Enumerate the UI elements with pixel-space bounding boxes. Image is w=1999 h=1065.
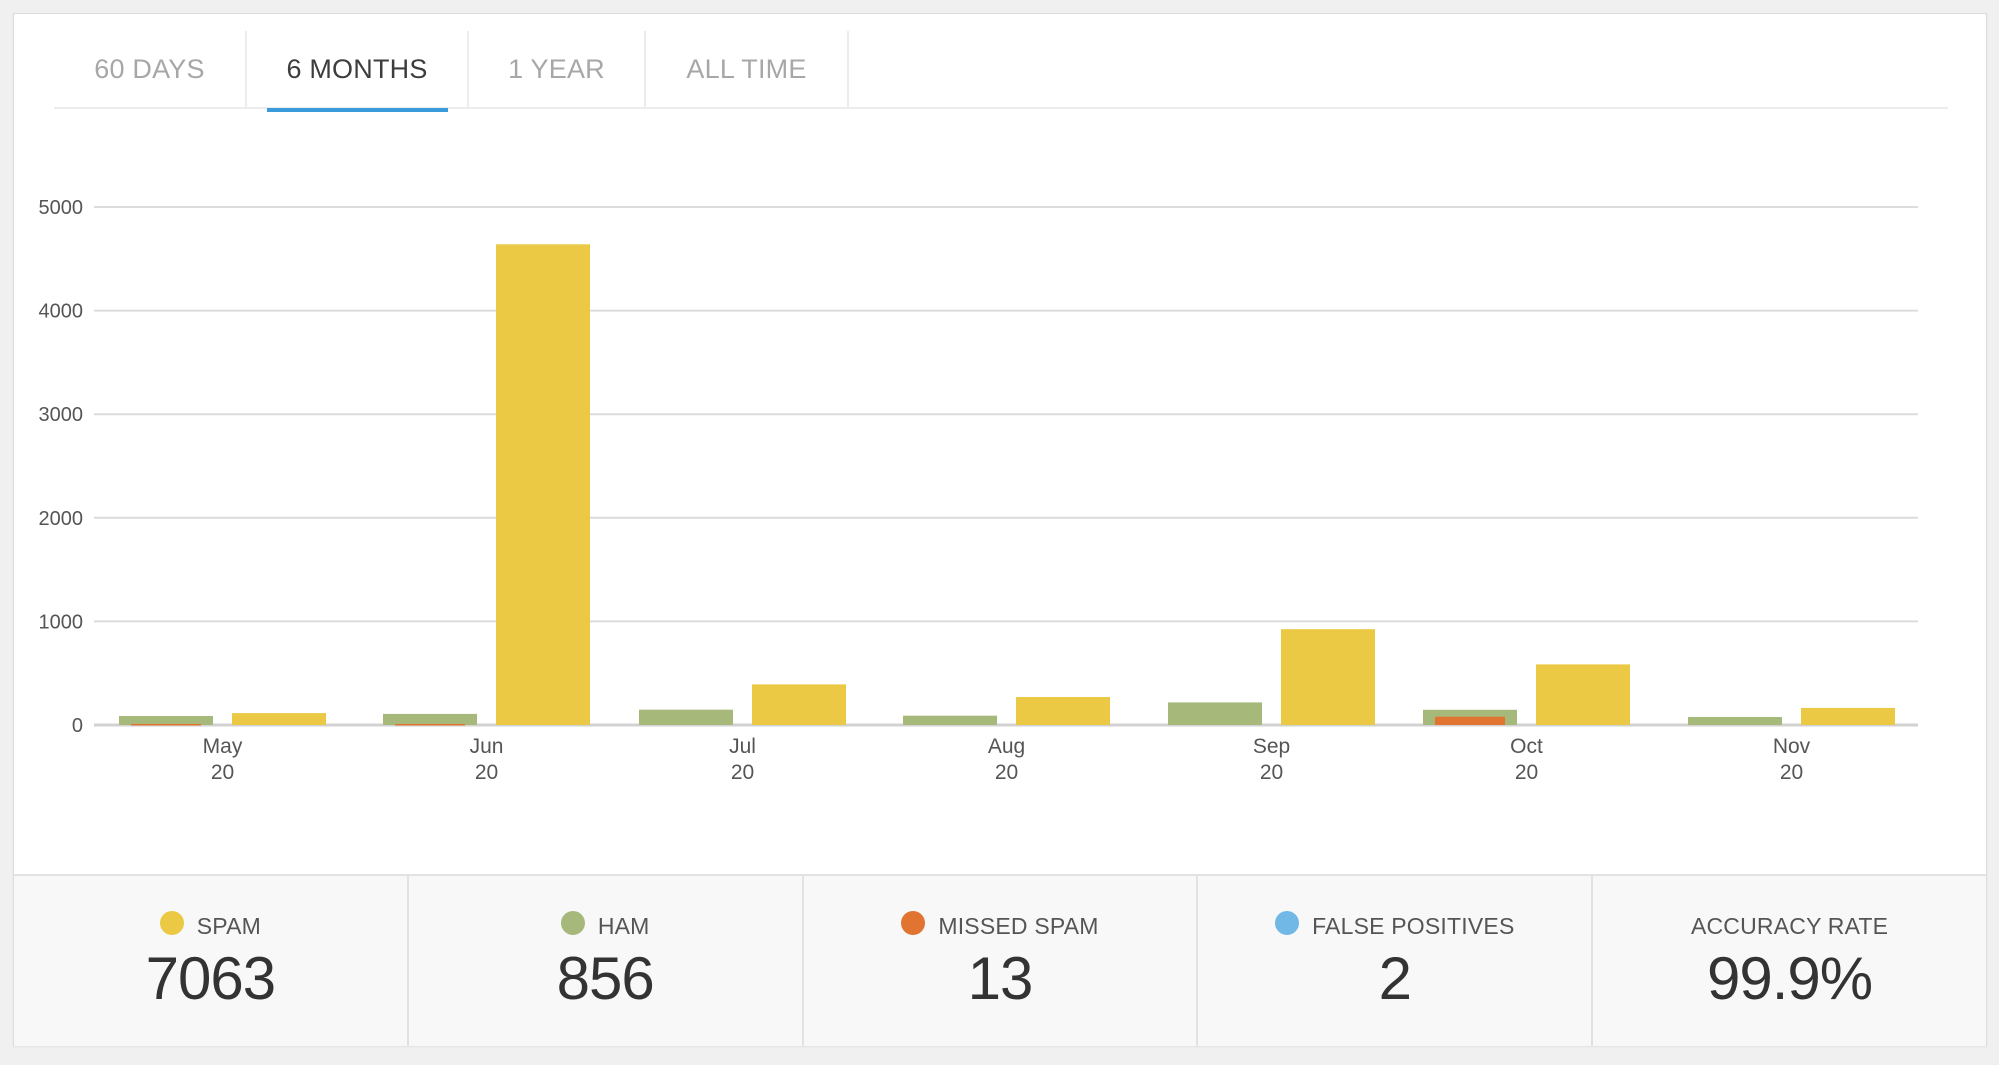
gridlines <box>94 206 1918 727</box>
y-tick-label: 1000 <box>39 611 84 633</box>
stat-label: MISSED SPAM <box>938 912 1099 939</box>
spam-bar[interactable] <box>1536 664 1630 725</box>
missed-spam-bar[interactable] <box>1435 716 1505 725</box>
spam-bar[interactable] <box>752 684 846 725</box>
spam-bar[interactable] <box>1281 629 1375 725</box>
x-tick-month-label: Jul <box>729 735 756 758</box>
stat-value: 99.9% <box>1707 945 1873 1012</box>
stat-value: 2 <box>1378 945 1412 1012</box>
stat-value: 13 <box>967 945 1034 1012</box>
stat-label: SPAM <box>196 912 262 939</box>
stat-false-positives: FALSE POSITIVES 2 <box>1198 876 1594 1046</box>
y-tick-label: 3000 <box>39 404 84 426</box>
ham-bar[interactable] <box>1688 717 1782 725</box>
false-positives-legend-dot-icon <box>1275 911 1300 935</box>
missed-spam-bar[interactable] <box>131 723 201 726</box>
ham-legend-dot-icon <box>560 911 585 935</box>
missed-spam-bar[interactable] <box>395 723 465 726</box>
ham-bar[interactable] <box>903 715 997 725</box>
bars <box>119 244 1895 726</box>
stats-card: 60 DAYS 6 MONTHS 1 YEAR ALL TIME 0 1000 20… <box>13 13 1987 1046</box>
x-tick-month-label: Jun <box>470 735 504 758</box>
spam-bar[interactable] <box>1016 697 1110 725</box>
x-tick-month-label: Nov <box>1773 735 1811 758</box>
x-tick-year-label: 20 <box>995 761 1018 784</box>
stat-label: HAM <box>597 912 650 939</box>
stat-spam: SPAM 7063 <box>14 876 409 1046</box>
ham-bar[interactable] <box>1168 702 1262 725</box>
x-tick-month-label: Oct <box>1510 735 1543 758</box>
stats-summary: SPAM 7063 HAM 856 MISSED SPAM 13 FALSE P… <box>14 874 1986 1046</box>
x-tick-year-label: 20 <box>1515 761 1538 784</box>
y-tick-label: 4000 <box>39 301 84 323</box>
x-tick-month-label: Aug <box>988 735 1025 758</box>
y-tick-label: 5000 <box>39 197 84 219</box>
stat-label: FALSE POSITIVES <box>1312 912 1515 939</box>
stat-value: 856 <box>556 945 655 1012</box>
ham-bar[interactable] <box>639 709 733 725</box>
stat-label: ACCURACY RATE <box>1690 912 1889 939</box>
spam-bar[interactable] <box>232 713 326 725</box>
stat-value: 7063 <box>145 945 276 1012</box>
stat-missed-spam: MISSED SPAM 13 <box>804 876 1199 1046</box>
y-tick-label: 2000 <box>39 508 84 530</box>
y-tick-label: 0 <box>72 715 83 737</box>
spam-bar[interactable] <box>1801 707 1895 725</box>
missed-spam-legend-dot-icon <box>901 911 926 935</box>
x-tick-year-label: 20 <box>1780 761 1803 784</box>
spam-chart: 0 1000 2000 3000 4000 5000 May 20 Jun 20 Jul 20 Aug 2… <box>39 197 1918 784</box>
stat-accuracy-rate: ACCURACY RATE 99.9% <box>1593 876 1986 1046</box>
ham-bar[interactable] <box>119 715 213 725</box>
x-tick-year-label: 20 <box>731 761 754 784</box>
x-tick-year-label: 20 <box>475 761 498 784</box>
x-tick-month-label: May <box>203 735 243 758</box>
x-tick-year-label: 20 <box>1260 761 1283 784</box>
spam-legend-dot-icon <box>159 911 184 935</box>
x-tick-month-label: Sep <box>1253 735 1290 758</box>
spam-bar[interactable] <box>496 244 590 725</box>
stat-ham: HAM 856 <box>409 876 804 1046</box>
ham-bar[interactable] <box>383 713 477 725</box>
x-tick-year-label: 20 <box>211 761 234 784</box>
